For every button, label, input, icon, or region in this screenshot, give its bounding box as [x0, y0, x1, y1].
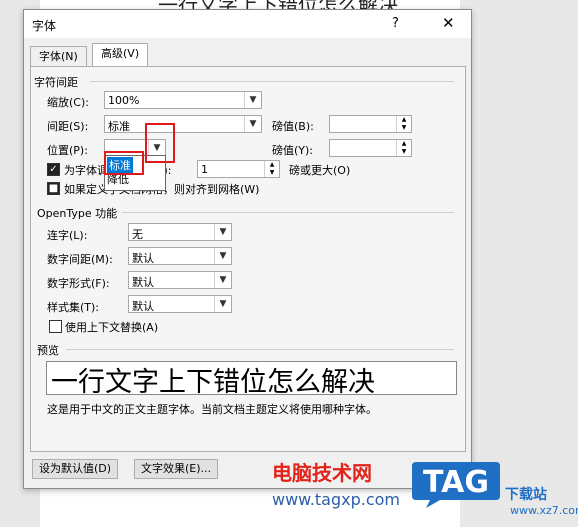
dialog-titlebar: 字体 ? ✕ — [24, 10, 471, 38]
tab-font[interactable]: 字体(N) — [30, 46, 87, 67]
spin-up-icon[interactable]: ▲ — [265, 161, 279, 169]
preview-text: 一行文字上下错位怎么解决 — [51, 367, 375, 395]
kerning-checkbox[interactable]: ✓ — [47, 163, 60, 176]
highlight-box-arrow — [145, 123, 175, 163]
position-label: 位置(P): — [47, 144, 88, 157]
close-button[interactable]: ✕ — [442, 14, 455, 32]
number-spacing-select[interactable]: 默认 ▼ — [128, 247, 232, 265]
section-divider — [66, 349, 454, 350]
preview-box: 一行文字上下错位怎么解决 — [46, 361, 457, 395]
watermark-url: www.tagxp.com — [272, 490, 400, 509]
preview-note: 这是用于中文的正文主题字体。当前文档主题定义将使用哪种字体。 — [47, 403, 377, 416]
spin-up-icon[interactable]: ▲ — [397, 140, 411, 148]
watermark-site-name: 下载站 — [505, 487, 547, 503]
spacing-select[interactable]: 标准 ▼ — [104, 115, 262, 133]
spacing-points-spinner[interactable]: ▲ ▼ — [329, 115, 412, 133]
spacing-label: 间距(S): — [47, 120, 89, 133]
number-forms-select[interactable]: 默认 ▼ — [128, 271, 232, 289]
stylistic-sets-label: 样式集(T): — [47, 301, 100, 314]
help-button[interactable]: ? — [392, 16, 399, 31]
chevron-down-icon: ▼ — [244, 92, 261, 108]
section-divider — [90, 81, 454, 82]
tab-advanced[interactable]: 高级(V) — [92, 43, 149, 67]
spacing-points-label: 磅值(B): — [272, 120, 314, 133]
watermark-site-url: www.xz7.com — [510, 504, 578, 517]
contextual-alternates-label: 使用上下文替换(A) — [65, 321, 159, 334]
spin-up-icon[interactable]: ▲ — [397, 116, 411, 124]
snap-to-grid-checkbox[interactable]: ■ — [47, 182, 60, 195]
highlight-box-option — [104, 151, 144, 175]
section-preview: 预览 — [37, 344, 59, 357]
chevron-down-icon: ▼ — [214, 248, 231, 264]
chevron-down-icon: ▼ — [214, 296, 231, 312]
position-points-label: 磅值(Y): — [272, 144, 314, 157]
position-points-spinner[interactable]: ▲ ▼ — [329, 139, 412, 157]
section-divider — [122, 212, 454, 213]
scale-select[interactable]: 100% ▼ — [104, 91, 262, 109]
stylistic-sets-select[interactable]: 默认 ▼ — [128, 295, 232, 313]
chevron-down-icon: ▼ — [214, 272, 231, 288]
number-forms-label: 数字形式(F): — [47, 277, 110, 290]
scale-label: 缩放(C): — [47, 96, 89, 109]
kerning-suffix: 磅或更大(O) — [289, 164, 351, 177]
tag-logo-icon: TAG — [412, 462, 500, 508]
section-char-spacing: 字符间距 — [34, 76, 78, 89]
watermark-brand-text: 电脑技术网 — [272, 461, 372, 485]
spin-down-icon[interactable]: ▼ — [265, 169, 279, 177]
spin-down-icon[interactable]: ▼ — [397, 124, 411, 132]
kerning-points-spinner[interactable]: 1 ▲ ▼ — [197, 160, 280, 178]
logo-text: TAG — [423, 465, 489, 500]
number-spacing-label: 数字间距(M): — [47, 253, 113, 266]
ligatures-select[interactable]: 无 ▼ — [128, 223, 232, 241]
dialog-title: 字体 — [32, 19, 57, 33]
chevron-down-icon: ▼ — [214, 224, 231, 240]
spin-down-icon[interactable]: ▼ — [397, 148, 411, 156]
ligatures-label: 连字(L): — [47, 229, 88, 242]
section-opentype: OpenType 功能 — [37, 207, 118, 220]
contextual-alternates-checkbox[interactable] — [49, 320, 62, 333]
text-effects-button[interactable]: 文字效果(E)... — [134, 459, 219, 479]
set-default-button[interactable]: 设为默认值(D) — [32, 459, 119, 479]
chevron-down-icon: ▼ — [244, 116, 261, 132]
